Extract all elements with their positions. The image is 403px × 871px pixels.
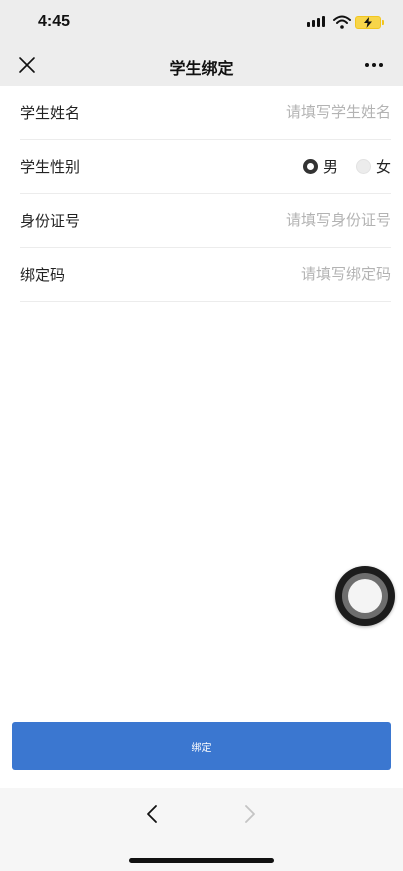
- bind-button[interactable]: 绑定: [12, 722, 391, 770]
- bind-code-row: 绑定码: [20, 248, 391, 302]
- nav-bar: 学生绑定: [0, 44, 403, 86]
- gender-option-female[interactable]: 女: [355, 156, 391, 176]
- home-indicator: [129, 858, 274, 863]
- student-name-input[interactable]: [191, 98, 391, 126]
- floating-assistive-button[interactable]: [335, 566, 395, 626]
- id-number-row: 身份证号: [20, 194, 391, 248]
- binding-form: 学生姓名 学生性别 男 女 身份证号 绑定码: [0, 86, 403, 302]
- status-bar: 4:45: [0, 0, 403, 44]
- page-title: 学生绑定: [169, 59, 234, 78]
- back-icon[interactable]: [144, 804, 160, 824]
- bottom-browser-bar: [0, 788, 403, 871]
- wifi-icon: [333, 15, 351, 29]
- radio-checked-icon: [302, 158, 318, 174]
- bind-code-label: 绑定码: [20, 266, 66, 284]
- gender-option-label: 女: [375, 157, 391, 176]
- id-number-label: 身份证号: [20, 212, 81, 230]
- battery-charging-icon: [355, 16, 384, 29]
- id-number-input[interactable]: [191, 206, 391, 234]
- gender-option-label: 男: [322, 157, 338, 176]
- bolt-icon: [364, 17, 372, 28]
- gender-row: 学生性别 男 女: [20, 140, 391, 194]
- name-row: 学生姓名: [20, 86, 391, 140]
- name-label: 学生姓名: [20, 104, 81, 122]
- more-icon[interactable]: [365, 63, 383, 67]
- bind-code-input[interactable]: [191, 260, 391, 288]
- float-ring: [342, 573, 388, 619]
- gender-option-male[interactable]: 男: [302, 156, 338, 176]
- forward-icon[interactable]: [242, 804, 258, 824]
- radio-unchecked-icon: [355, 158, 371, 174]
- gender-radio-group: 男 女: [285, 156, 391, 176]
- status-time: 4:45: [38, 13, 71, 30]
- float-core: [348, 579, 382, 613]
- signal-icon: [307, 15, 329, 29]
- gender-label: 学生性别: [20, 158, 81, 176]
